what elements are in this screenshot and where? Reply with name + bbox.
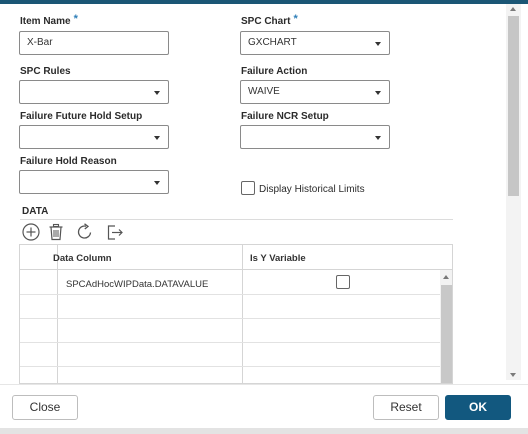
is-y-variable-checkbox[interactable] [336, 275, 350, 289]
required-marker: * [293, 13, 298, 25]
row-divider [20, 318, 452, 319]
refresh-icon[interactable] [75, 222, 95, 242]
column-header-is-y-variable[interactable]: Is Y Variable [250, 253, 306, 264]
spc-chart-value: GXCHART [248, 37, 297, 48]
required-marker: * [73, 13, 78, 25]
export-icon[interactable] [105, 222, 125, 242]
row-divider [20, 294, 452, 295]
dialog-footer: Close Reset OK [0, 384, 528, 434]
chevron-down-icon [154, 136, 160, 140]
dialog-top-bar [0, 0, 528, 4]
chevron-down-icon [375, 42, 381, 46]
failure-future-hold-setup-select[interactable] [19, 125, 169, 149]
failure-ncr-setup-label: Failure NCR Setup [241, 111, 329, 122]
failure-future-hold-setup-label: Failure Future Hold Setup [20, 111, 143, 122]
window-bottom-edge [0, 428, 528, 434]
failure-action-value: WAIVE [248, 86, 280, 97]
scroll-down-icon[interactable] [510, 373, 516, 377]
failure-action-select[interactable]: WAIVE [240, 80, 390, 104]
dialog-scrollbar[interactable] [506, 4, 521, 380]
data-grid: Data Column Is Y Variable SPCAdHocWIPDat… [19, 244, 453, 384]
chevron-down-icon [375, 136, 381, 140]
chevron-down-icon [375, 91, 381, 95]
grid-scrollbar[interactable] [440, 270, 452, 383]
close-button[interactable]: Close [12, 395, 78, 420]
failure-hold-reason-select[interactable] [19, 170, 169, 194]
section-divider [20, 219, 453, 220]
row-divider [20, 342, 452, 343]
grid-scrollbar-thumb[interactable] [441, 285, 452, 383]
display-historical-limits-checkbox[interactable] [241, 181, 255, 195]
failure-hold-reason-label: Failure Hold Reason [20, 156, 117, 167]
data-section-title: DATA [22, 206, 49, 217]
failure-ncr-setup-select[interactable] [240, 125, 390, 149]
display-historical-limits-label: Display Historical Limits [259, 184, 365, 195]
chevron-down-icon [154, 91, 160, 95]
spc-rules-label: SPC Rules [20, 66, 71, 77]
add-icon[interactable] [21, 222, 41, 242]
row-divider [20, 366, 452, 367]
header-divider [20, 269, 452, 270]
spc-rules-select[interactable] [19, 80, 169, 104]
chevron-down-icon [154, 181, 160, 185]
cell-data-column[interactable]: SPCAdHocWIPData.DATAVALUE [66, 279, 208, 290]
item-name-value: X-Bar [27, 37, 53, 48]
trash-icon[interactable] [46, 222, 66, 242]
scroll-up-icon[interactable] [510, 7, 516, 11]
dialog-scrollbar-thumb[interactable] [508, 16, 519, 196]
failure-action-label: Failure Action [241, 66, 308, 77]
scroll-up-icon[interactable] [443, 275, 449, 279]
ok-button[interactable]: OK [445, 395, 511, 420]
item-name-input[interactable]: X-Bar [19, 31, 169, 55]
column-header-data-column[interactable]: Data Column [53, 253, 112, 264]
spc-chart-select[interactable]: GXCHART [240, 31, 390, 55]
reset-button[interactable]: Reset [373, 395, 439, 420]
item-name-label: Item Name * [20, 13, 78, 27]
column-divider [242, 245, 243, 383]
spc-chart-label: SPC Chart * [241, 13, 298, 27]
row-selector-column [20, 245, 58, 383]
